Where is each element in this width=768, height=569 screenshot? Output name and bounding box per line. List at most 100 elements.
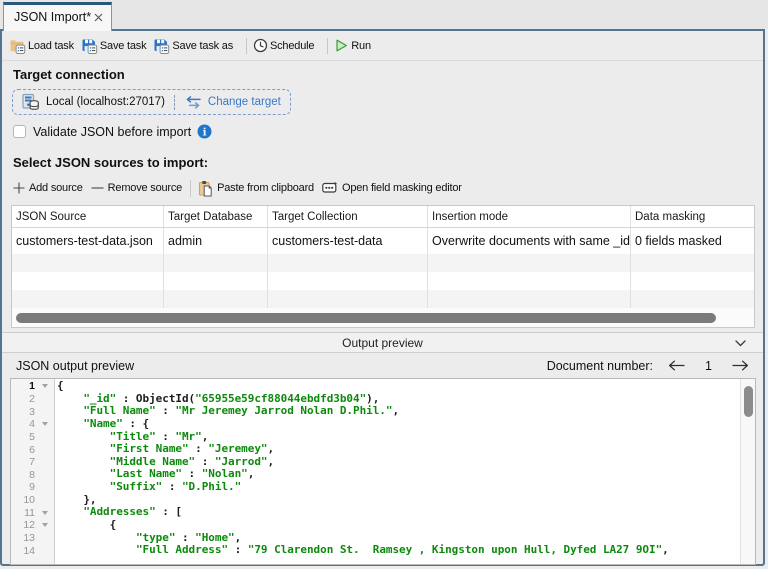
editor-gutter: 1234567891011121314 [11,379,55,564]
import-form: Target connection Local (localhost:27017… [2,67,763,328]
svg-text:i: i [203,126,207,138]
gutter-row: 8 [11,468,54,481]
add-source-label: Add source [29,182,83,194]
table-row[interactable]: customers-test-data.jsonadmincustomers-t… [12,228,754,254]
select-sources-heading: Select JSON sources to import: [13,155,763,170]
code-line: "Addresses" : [ [57,506,755,519]
document-number-value: 1 [705,359,712,373]
schedule-label: Schedule [270,40,314,52]
save-task-button[interactable]: Save task [81,38,147,54]
column-header[interactable]: Insertion mode [428,206,631,227]
editor-vertical-scrollbar-thumb[interactable] [744,386,753,417]
fold-collapse-icon[interactable] [42,384,48,388]
line-number: 3 [11,406,35,418]
fold-slot [35,511,54,515]
empty-table-cell [12,290,164,308]
fold-collapse-icon[interactable] [42,422,48,426]
line-number: 1 [11,380,35,392]
output-preview-bar[interactable]: Output preview [2,332,763,353]
connection-server-icon [21,93,40,111]
next-document-arrow-icon[interactable] [732,360,749,371]
column-header[interactable]: Data masking [631,206,755,227]
line-number: 13 [11,532,35,544]
line-number: 2 [11,393,35,405]
line-number: 10 [11,494,35,506]
gutter-row: 4 [11,418,54,431]
paste-from-clipboard-button[interactable]: Paste from clipboard [198,180,314,197]
validate-json-checkbox[interactable] [13,125,26,138]
tab-close-icon[interactable] [91,10,105,24]
run-label: Run [351,40,371,52]
empty-table-row [12,272,754,290]
validate-json-row: Validate JSON before import i [13,124,763,139]
line-number: 4 [11,418,35,430]
open-field-masking-editor-button[interactable]: Open field masking editor [322,181,462,195]
sources-table-body: customers-test-data.jsonadmincustomers-t… [12,228,754,308]
line-number: 5 [11,431,35,443]
gutter-row: 7 [11,456,54,469]
line-number: 7 [11,456,35,468]
change-target-link[interactable]: Change target [208,96,281,108]
output-preview-title: Output preview [342,336,423,350]
info-icon[interactable]: i [197,124,212,139]
previous-document-arrow-icon[interactable] [668,360,685,371]
table-cell: Overwrite documents with same _id [428,228,631,254]
empty-table-row [12,254,754,272]
gutter-row: 2 [11,393,54,406]
line-number: 6 [11,444,35,456]
gutter-row: 3 [11,405,54,418]
save-task-as-button[interactable]: Save task as [153,38,233,54]
gutter-row: 13 [11,532,54,545]
schedule-button[interactable]: Schedule [253,38,314,53]
table-cell: customers-test-data [268,228,428,254]
empty-table-cell [428,254,631,272]
save-task-disk-icon [81,38,98,54]
empty-table-cell [164,254,268,272]
table-horizontal-scrollbar-thumb[interactable] [16,313,716,323]
fold-slot [35,523,54,527]
fold-collapse-icon[interactable] [42,511,48,515]
chevron-down-icon[interactable] [735,340,746,347]
column-header[interactable]: Target Database [164,206,268,227]
json-preview-editor[interactable]: 1234567891011121314 { "_id" : ObjectId("… [10,378,756,565]
sources-table: JSON SourceTarget DatabaseTarget Collect… [11,205,755,328]
empty-table-cell [164,290,268,308]
column-header[interactable]: JSON Source [12,206,164,227]
field-masking-icon [322,181,338,195]
tab-json-import[interactable]: JSON Import* [3,2,112,31]
gutter-row: 6 [11,443,54,456]
gutter-row: 9 [11,481,54,494]
sources-table-header: JSON SourceTarget DatabaseTarget Collect… [12,206,754,228]
line-number: 9 [11,481,35,493]
editor-vertical-scrollbar[interactable] [740,379,755,564]
fold-collapse-icon[interactable] [42,523,48,527]
schedule-clock-icon [253,38,268,53]
connection-separator [174,95,175,110]
minus-icon [91,182,104,194]
load-task-folder-icon [9,38,26,54]
save-task-label: Save task [100,40,147,52]
line-number: 14 [11,545,35,557]
preview-controls-row: JSON output preview Document number: 1 [2,353,763,378]
load-task-button[interactable]: Load task [9,38,74,54]
remove-source-button[interactable]: Remove source [91,182,182,194]
run-button[interactable]: Run [334,38,371,53]
validate-json-label: Validate JSON before import [33,125,191,139]
add-source-button[interactable]: Add source [13,182,83,194]
line-number: 12 [11,519,35,531]
json-output-preview-label: JSON output preview [16,359,134,373]
editor-code[interactable]: { "_id" : ObjectId("65955e59cf88044ebdfd… [55,379,755,564]
column-header[interactable]: Target Collection [268,206,428,227]
remove-source-label: Remove source [108,182,182,194]
document-navigation: Document number: 1 [547,359,749,373]
gutter-row: 5 [11,431,54,444]
connection-label: Local (localhost:27017) [46,96,165,108]
document-number-label: Document number: [547,359,653,373]
table-cell: admin [164,228,268,254]
table-horizontal-scrollbar[interactable] [12,308,754,327]
sources-toolbar-separator [190,180,191,197]
code-line: "Suffix" : "D.Phil." [57,481,755,494]
empty-table-cell [631,272,755,290]
sources-toolbar: Add source Remove source Paste from clip… [13,176,763,200]
task-toolbar: Load task Save task [2,31,763,61]
